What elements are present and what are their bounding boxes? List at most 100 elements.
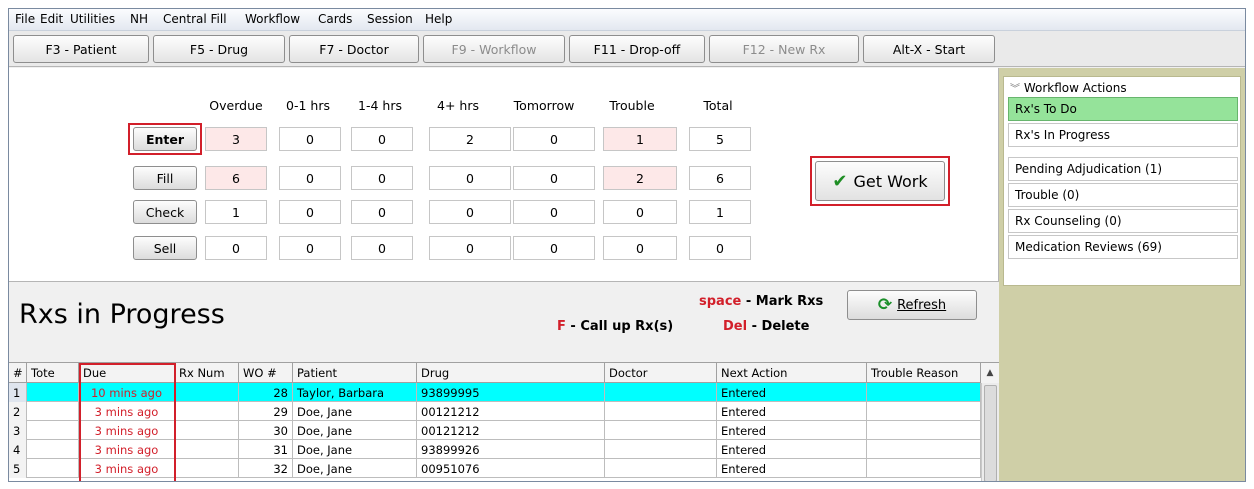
action-rxs-in-progress[interactable]: Rx's In Progress bbox=[1008, 123, 1238, 147]
cell-next-action: Entered bbox=[717, 383, 867, 402]
count-check-trouble[interactable]: 0 bbox=[603, 200, 677, 224]
count-fill-overdue[interactable]: 6 bbox=[205, 166, 267, 190]
cell-doctor bbox=[605, 459, 717, 478]
scrollbar-thumb[interactable] bbox=[984, 385, 997, 481]
count-sell-0-1[interactable]: 0 bbox=[279, 236, 341, 260]
col-trouble-reason[interactable]: Trouble Reason bbox=[867, 363, 981, 383]
rxs-grid: # Tote Due Rx Num WO # Patient Drug Doct… bbox=[9, 362, 999, 481]
count-check-total[interactable]: 1 bbox=[689, 200, 751, 224]
menu-session[interactable]: Session bbox=[367, 12, 413, 26]
f5-drug-button[interactable]: F5 - Drug bbox=[153, 35, 285, 63]
cell-drug: 00121212 bbox=[417, 421, 605, 440]
col-drug[interactable]: Drug bbox=[417, 363, 605, 383]
cell-tote bbox=[27, 421, 79, 440]
count-check-0-1[interactable]: 0 bbox=[279, 200, 341, 224]
cell-next-action: Entered bbox=[717, 402, 867, 421]
f3-patient-button[interactable]: F3 - Patient bbox=[13, 35, 149, 63]
action-rx-counseling[interactable]: Rx Counseling (0) bbox=[1008, 209, 1238, 233]
cell-next-action: Entered bbox=[717, 459, 867, 478]
cell-drug: 93899926 bbox=[417, 440, 605, 459]
pharmacy-window: File Edit Utilities NH Central Fill Work… bbox=[8, 8, 1246, 482]
f11-drop-off-button[interactable]: F11 - Drop-off bbox=[569, 35, 705, 63]
col-patient[interactable]: Patient bbox=[293, 363, 417, 383]
refresh-button[interactable]: ⟳ Refresh bbox=[847, 290, 977, 320]
count-check-tomorrow[interactable]: 0 bbox=[513, 200, 595, 224]
action-rxs-to-do[interactable]: Rx's To Do bbox=[1008, 97, 1238, 121]
count-sell-1-4[interactable]: 0 bbox=[351, 236, 413, 260]
cell-tote bbox=[27, 383, 79, 402]
f9-workflow-button[interactable]: F9 - Workflow bbox=[423, 35, 565, 63]
cell-wo: 30 bbox=[239, 421, 293, 440]
col-doctor[interactable]: Doctor bbox=[605, 363, 717, 383]
col-rx-num[interactable]: Rx Num bbox=[175, 363, 239, 383]
action-trouble[interactable]: Trouble (0) bbox=[1008, 183, 1238, 207]
cell-trouble-reason bbox=[867, 402, 981, 421]
cell-wo: 28 bbox=[239, 383, 293, 402]
cell-num: 2 bbox=[9, 402, 27, 421]
cell-rx-num bbox=[175, 440, 239, 459]
f7-doctor-button[interactable]: F7 - Doctor bbox=[289, 35, 419, 63]
count-fill-4plus[interactable]: 0 bbox=[429, 166, 511, 190]
rxs-in-progress-section: Rxs in Progress space - Mark Rxs F - Cal… bbox=[9, 282, 999, 481]
action-pending-adjudication[interactable]: Pending Adjudication (1) bbox=[1008, 157, 1238, 181]
count-enter-1-4[interactable]: 0 bbox=[351, 127, 413, 151]
hint-space-mark: space - Mark Rxs bbox=[699, 294, 823, 309]
cell-trouble-reason bbox=[867, 440, 981, 459]
count-enter-trouble[interactable]: 1 bbox=[603, 127, 677, 151]
menu-help[interactable]: Help bbox=[425, 12, 452, 26]
col-wo[interactable]: WO # bbox=[239, 363, 293, 383]
count-sell-4plus[interactable]: 0 bbox=[429, 236, 511, 260]
count-enter-total[interactable]: 5 bbox=[689, 127, 751, 151]
scroll-up-arrow-icon[interactable]: ▲ bbox=[981, 363, 999, 383]
menu-central-fill[interactable]: Central Fill bbox=[163, 12, 227, 26]
col-next-action[interactable]: Next Action bbox=[717, 363, 867, 383]
cell-tote bbox=[27, 402, 79, 421]
hint-f-callup: F - Call up Rx(s) bbox=[557, 319, 673, 334]
count-fill-0-1[interactable]: 0 bbox=[279, 166, 341, 190]
count-fill-trouble[interactable]: 2 bbox=[603, 166, 677, 190]
count-fill-total[interactable]: 6 bbox=[689, 166, 751, 190]
count-sell-overdue[interactable]: 0 bbox=[205, 236, 267, 260]
count-fill-tomorrow[interactable]: 0 bbox=[513, 166, 595, 190]
count-enter-0-1[interactable]: 0 bbox=[279, 127, 341, 151]
hint-del-delete: Del - Delete bbox=[723, 319, 809, 334]
cell-rx-num bbox=[175, 459, 239, 478]
function-key-toolbar: F3 - Patient F5 - Drug F7 - Doctor F9 - … bbox=[9, 31, 1245, 67]
f12-new-rx-button[interactable]: F12 - New Rx bbox=[709, 35, 859, 63]
col-trouble: Trouble bbox=[609, 98, 655, 113]
menu-file[interactable]: File bbox=[15, 12, 35, 26]
check-button[interactable]: Check bbox=[133, 200, 197, 224]
alt-x-start-button[interactable]: Alt-X - Start bbox=[863, 35, 995, 63]
cell-trouble-reason bbox=[867, 459, 981, 478]
cell-drug: 00951076 bbox=[417, 459, 605, 478]
hint-f-key: F bbox=[557, 319, 566, 334]
fill-button[interactable]: Fill bbox=[133, 166, 197, 190]
col-num[interactable]: # bbox=[9, 363, 27, 383]
count-fill-1-4[interactable]: 0 bbox=[351, 166, 413, 190]
cell-patient: Doe, Jane bbox=[293, 421, 417, 440]
cell-num: 5 bbox=[9, 459, 27, 478]
count-enter-4plus[interactable]: 2 bbox=[429, 127, 511, 151]
count-check-overdue[interactable]: 1 bbox=[205, 200, 267, 224]
count-sell-trouble[interactable]: 0 bbox=[603, 236, 677, 260]
workflow-actions-title[interactable]: ︾ Workflow Actions bbox=[1010, 80, 1127, 95]
col-tote[interactable]: Tote bbox=[27, 363, 79, 383]
menu-cards[interactable]: Cards bbox=[318, 12, 352, 26]
menu-workflow[interactable]: Workflow bbox=[245, 12, 300, 26]
count-enter-tomorrow[interactable]: 0 bbox=[513, 127, 595, 151]
count-check-4plus[interactable]: 0 bbox=[429, 200, 511, 224]
menu-utilities[interactable]: Utilities bbox=[70, 12, 115, 26]
count-sell-total[interactable]: 0 bbox=[689, 236, 751, 260]
cell-doctor bbox=[605, 421, 717, 440]
count-enter-overdue[interactable]: 3 bbox=[205, 127, 267, 151]
menu-edit[interactable]: Edit bbox=[40, 12, 63, 26]
hint-del-text: - Delete bbox=[747, 319, 810, 334]
count-check-1-4[interactable]: 0 bbox=[351, 200, 413, 224]
action-medication-reviews[interactable]: Medication Reviews (69) bbox=[1008, 235, 1238, 259]
sell-button[interactable]: Sell bbox=[133, 236, 197, 260]
menu-nh[interactable]: NH bbox=[130, 12, 148, 26]
grid-scrollbar[interactable] bbox=[981, 383, 999, 481]
cell-num: 3 bbox=[9, 421, 27, 440]
workflow-actions-label: Workflow Actions bbox=[1023, 81, 1127, 95]
count-sell-tomorrow[interactable]: 0 bbox=[513, 236, 595, 260]
